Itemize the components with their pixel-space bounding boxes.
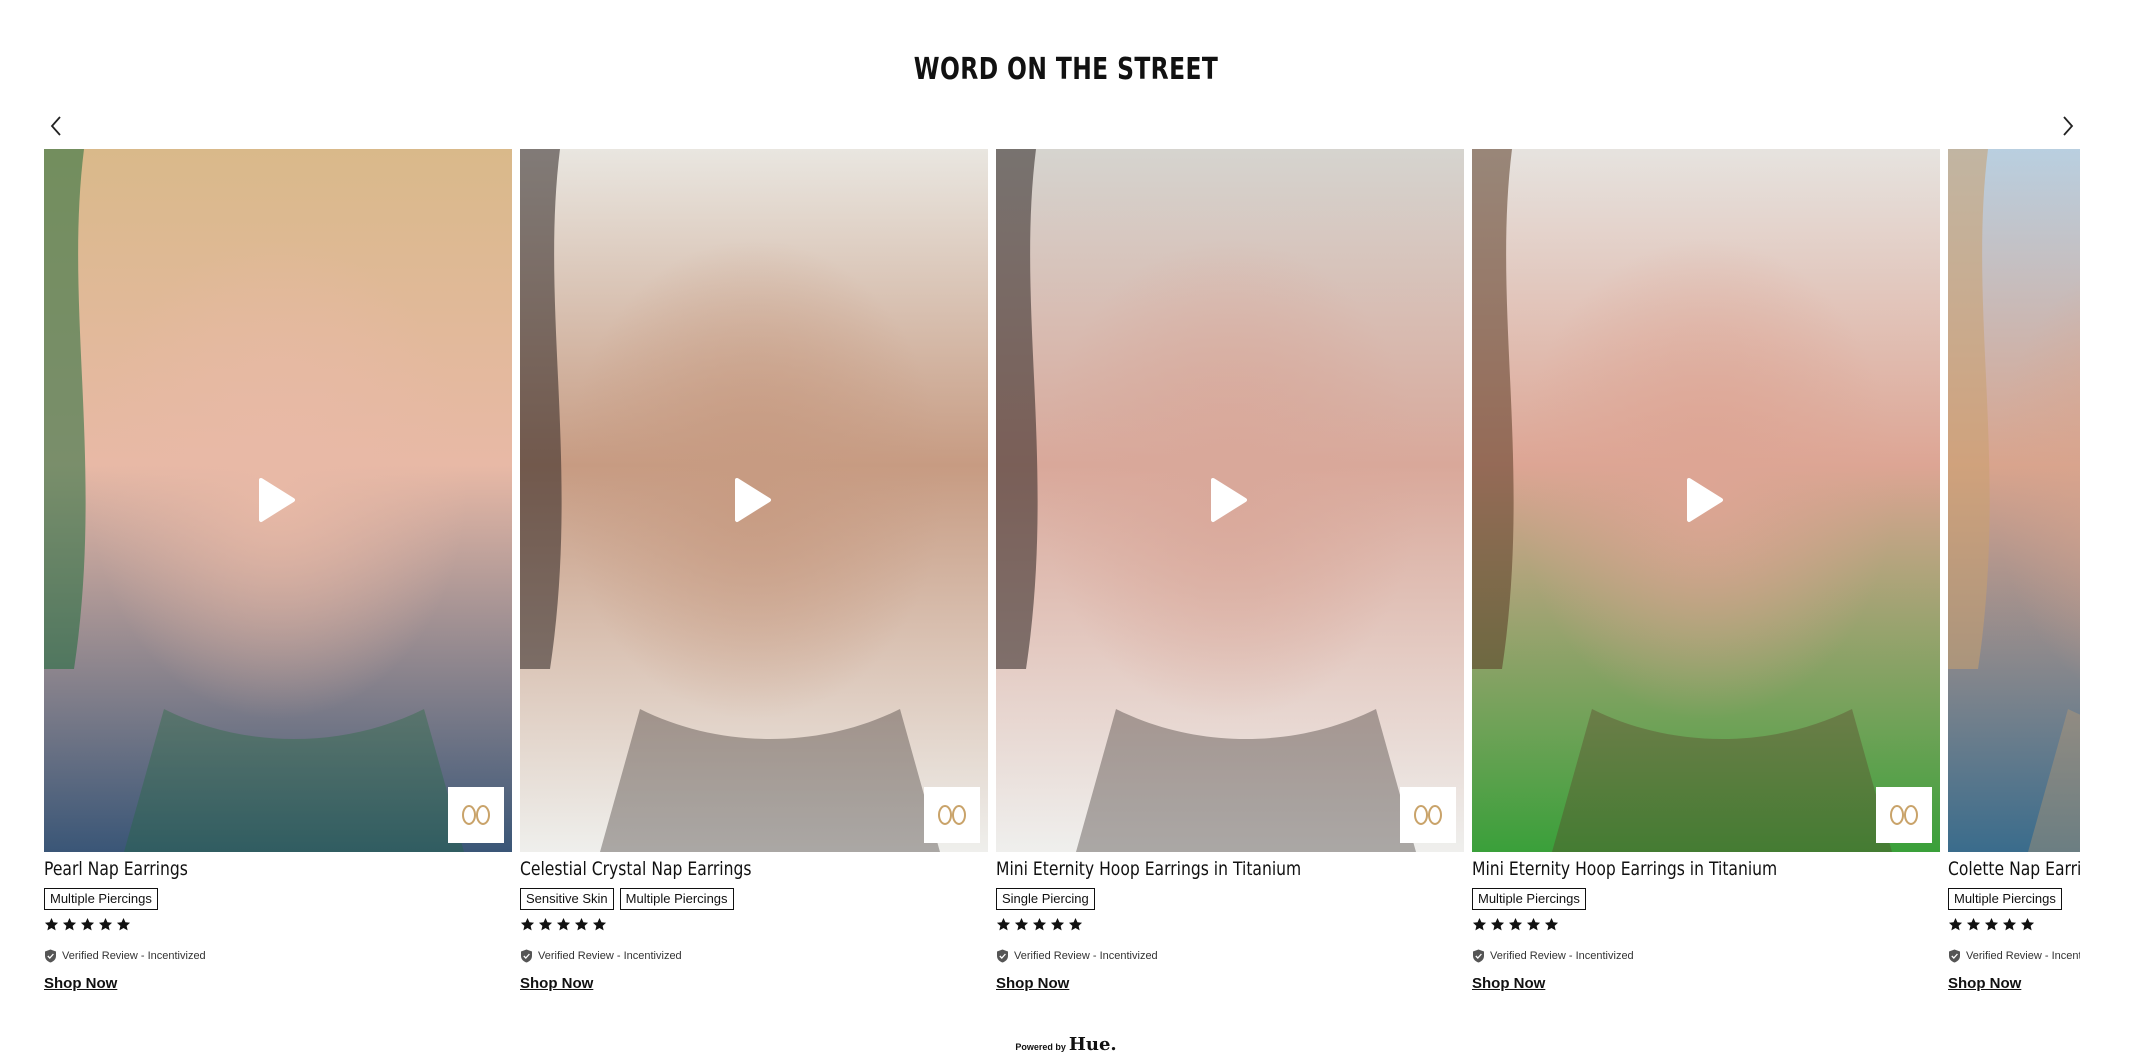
star-icon <box>1544 917 1559 931</box>
carousel-prev-button[interactable] <box>42 112 70 140</box>
earring-icon <box>462 805 490 825</box>
play-icon[interactable] <box>1679 476 1727 524</box>
chevron-left-icon <box>50 116 61 136</box>
product-name-link[interactable]: Pearl Nap Earrings <box>44 858 188 880</box>
product-thumbnail[interactable] <box>924 787 980 843</box>
star-rating <box>44 917 131 932</box>
review-video[interactable] <box>44 149 512 852</box>
star-icon <box>592 917 607 931</box>
play-icon[interactable] <box>1203 476 1251 524</box>
star-rating <box>1472 917 1559 932</box>
product-thumbnail[interactable] <box>1876 787 1932 843</box>
star-icon <box>1014 917 1029 931</box>
hue-logo: Hue. <box>1068 1034 1117 1055</box>
earring-icon <box>1414 805 1442 825</box>
section-title: WORD ON THE STREET <box>913 52 1219 87</box>
star-icon <box>1490 917 1505 931</box>
review-card: Colette Nap Earrings Multiple Piercings … <box>1948 149 2080 1009</box>
star-icon <box>1508 917 1523 931</box>
star-rating <box>1948 917 2035 932</box>
star-rating <box>520 917 607 932</box>
product-thumbnail[interactable] <box>1400 787 1456 843</box>
verified-label: Verified Review - Incentivized <box>1490 950 1634 962</box>
shop-now-link[interactable]: Shop Now <box>1472 975 1545 992</box>
tag-list: Single Piercing <box>996 888 1095 910</box>
star-icon <box>62 917 77 931</box>
star-icon <box>1948 917 1963 931</box>
verified-shield-icon <box>45 949 56 963</box>
review-tag: Single Piercing <box>996 888 1095 910</box>
play-icon[interactable] <box>727 476 775 524</box>
star-rating <box>996 917 1083 932</box>
star-icon <box>2002 917 2017 931</box>
review-tag: Multiple Piercings <box>1948 888 2062 910</box>
star-icon <box>116 917 131 931</box>
shop-now-link[interactable]: Shop Now <box>44 975 117 992</box>
verified-shield-icon <box>1473 949 1484 963</box>
verified-label: Verified Review - Incentivized <box>538 950 682 962</box>
star-icon <box>1984 917 1999 931</box>
play-icon[interactable] <box>251 476 299 524</box>
star-icon <box>520 917 535 931</box>
tag-list: Multiple Piercings <box>1948 888 2062 910</box>
product-thumbnail[interactable] <box>448 787 504 843</box>
review-card: Pearl Nap Earrings Multiple Piercings Ve… <box>44 149 512 1009</box>
star-icon <box>1472 917 1487 931</box>
review-card: Celestial Crystal Nap Earrings Sensitive… <box>520 149 988 1009</box>
product-name-link[interactable]: Celestial Crystal Nap Earrings <box>520 858 752 880</box>
review-card: Mini Eternity Hoop Earrings in Titanium … <box>996 149 1464 1009</box>
star-icon <box>80 917 95 931</box>
shop-now-link[interactable]: Shop Now <box>996 975 1069 992</box>
tag-list: Sensitive Skin Multiple Piercings <box>520 888 734 910</box>
star-icon <box>538 917 553 931</box>
verified-review: Verified Review - Incentivized <box>44 949 206 963</box>
star-icon <box>1966 917 1981 931</box>
review-tag: Multiple Piercings <box>44 888 158 910</box>
star-icon <box>1526 917 1541 931</box>
verified-review: Verified Review - Incentivized <box>996 949 1158 963</box>
review-tag: Sensitive Skin <box>520 888 614 910</box>
product-name-link[interactable]: Mini Eternity Hoop Earrings in Titanium <box>1472 858 1777 880</box>
tag-list: Multiple Piercings <box>44 888 158 910</box>
verified-shield-icon <box>997 949 1008 963</box>
verified-label: Verified Review - Incentivized <box>62 950 206 962</box>
product-name-link[interactable]: Mini Eternity Hoop Earrings in Titanium <box>996 858 1301 880</box>
verified-review: Verified Review - Incentivized <box>1948 949 2080 963</box>
carousel-next-button[interactable] <box>2054 112 2082 140</box>
review-tag: Multiple Piercings <box>619 888 734 910</box>
earring-icon <box>1890 805 1918 825</box>
product-name-link[interactable]: Colette Nap Earrings <box>1948 858 2080 880</box>
review-video[interactable] <box>1948 149 2080 852</box>
review-video[interactable] <box>996 149 1464 852</box>
star-icon <box>574 917 589 931</box>
verified-label: Verified Review - Incentivized <box>1014 950 1158 962</box>
powered-by-label: Powered by <box>1015 1042 1066 1052</box>
star-icon <box>556 917 571 931</box>
verified-shield-icon <box>1949 949 1960 963</box>
star-icon <box>1068 917 1083 931</box>
powered-by-footer[interactable]: Powered by Hue. <box>0 1034 2132 1055</box>
shop-now-link[interactable]: Shop Now <box>1948 975 2021 992</box>
star-icon <box>44 917 59 931</box>
review-video[interactable] <box>520 149 988 852</box>
review-card: Mini Eternity Hoop Earrings in Titanium … <box>1472 149 1940 1009</box>
review-carousel[interactable]: Pearl Nap Earrings Multiple Piercings Ve… <box>44 149 2080 1009</box>
tag-list: Multiple Piercings <box>1472 888 1586 910</box>
verified-shield-icon <box>521 949 532 963</box>
video-thumbnail <box>1948 149 2080 852</box>
star-icon <box>2020 917 2035 931</box>
shop-now-link[interactable]: Shop Now <box>520 975 593 992</box>
review-tag: Multiple Piercings <box>1472 888 1586 910</box>
star-icon <box>996 917 1011 931</box>
review-video[interactable] <box>1472 149 1940 852</box>
star-icon <box>1050 917 1065 931</box>
verified-review: Verified Review - Incentivized <box>520 949 682 963</box>
verified-review: Verified Review - Incentivized <box>1472 949 1634 963</box>
chevron-right-icon <box>2063 116 2074 136</box>
star-icon <box>1032 917 1047 931</box>
earring-icon <box>938 805 966 825</box>
star-icon <box>98 917 113 931</box>
verified-label: Verified Review - Incentivized <box>1966 950 2080 962</box>
